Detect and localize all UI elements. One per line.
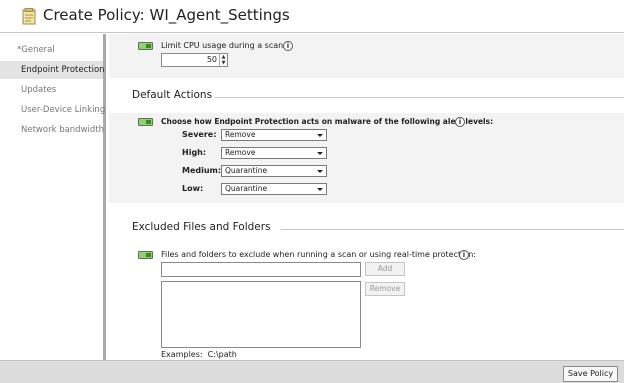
default-actions-prompt: Choose how Endpoint Protection acts on m… (161, 117, 494, 126)
footer-bar: Save Policy (0, 360, 624, 383)
cpu-percent-stepper[interactable]: 50 ▲ ▼ (161, 53, 228, 67)
page-title: Create Policy: WI_Agent_Settings (43, 6, 290, 24)
cpu-percent-value: 50 (206, 55, 217, 64)
default-actions-toggle[interactable] (138, 118, 153, 126)
save-policy-button[interactable]: Save Policy (563, 366, 618, 382)
examples-prefix: Examples: (161, 350, 203, 359)
medium-action-select[interactable]: Quarantine (221, 165, 327, 177)
chevron-down-icon (317, 188, 323, 191)
chevron-down-icon (317, 152, 323, 155)
cpu-limit-toggle[interactable] (138, 42, 153, 50)
severe-action-select[interactable]: Remove (221, 129, 327, 141)
section-divider (215, 97, 624, 98)
severe-label: Severe: (182, 130, 217, 139)
sidebar-item-user-device-linking[interactable]: User-Device Linking (0, 101, 106, 119)
sidebar-item-general[interactable]: *General (0, 41, 103, 59)
low-action-select[interactable]: Quarantine (221, 183, 327, 195)
medium-action-value: Quarantine (225, 166, 268, 175)
sidebar-item-endpoint-protection[interactable]: Endpoint Protection (0, 61, 105, 79)
chevron-down-icon (317, 134, 323, 137)
exclusions-info-icon[interactable]: i (459, 250, 469, 260)
low-action-value: Quarantine (225, 184, 268, 193)
severe-action-value: Remove (225, 130, 256, 139)
exclusions-list[interactable] (161, 281, 361, 348)
excluded-files-heading: Excluded Files and Folders (132, 221, 271, 233)
sidebar-item-label: User-Device Linking (21, 105, 106, 115)
default-actions-heading: Default Actions (132, 89, 213, 101)
sidebar-item-network-bandwidth[interactable]: Network bandwidth (0, 121, 105, 139)
sidebar-item-label: General (21, 45, 55, 55)
exclusions-label: Files and folders to exclude when runnin… (161, 250, 477, 259)
section-divider (281, 229, 624, 230)
sidebar-item-label: Network bandwidth (21, 125, 105, 135)
title-bar: Create Policy: WI_Agent_Settings (0, 0, 624, 33)
stepper-arrows-icon[interactable]: ▲ ▼ (219, 54, 227, 66)
examples-label: Examples: C:\path (161, 350, 237, 359)
exclusions-toggle[interactable] (138, 251, 153, 259)
high-action-value: Remove (225, 148, 256, 157)
policy-document-icon (22, 8, 36, 25)
chevron-down-icon (317, 170, 323, 173)
sidebar-item-label: Updates (21, 85, 57, 95)
medium-label: Medium: (182, 166, 222, 175)
policy-content: Limit CPU usage during a scan: i 50 ▲ ▼ D… (109, 34, 624, 360)
sidebar-item-updates[interactable]: Updates (0, 81, 103, 99)
add-button[interactable]: Add (365, 262, 405, 276)
high-label: High: (182, 148, 207, 157)
sidebar-item-label: Endpoint Protection (21, 65, 105, 75)
sidebar: *General Endpoint Protection Updates Use… (0, 34, 106, 360)
examples-value: C:\path (207, 350, 237, 359)
cpu-info-icon[interactable]: i (283, 41, 293, 51)
default-actions-info-icon[interactable]: i (455, 117, 465, 127)
remove-button[interactable]: Remove (365, 282, 405, 296)
exclusion-path-input[interactable] (161, 262, 361, 277)
low-label: Low: (182, 184, 204, 193)
high-action-select[interactable]: Remove (221, 147, 327, 159)
cpu-limit-label: Limit CPU usage during a scan: (161, 41, 286, 50)
